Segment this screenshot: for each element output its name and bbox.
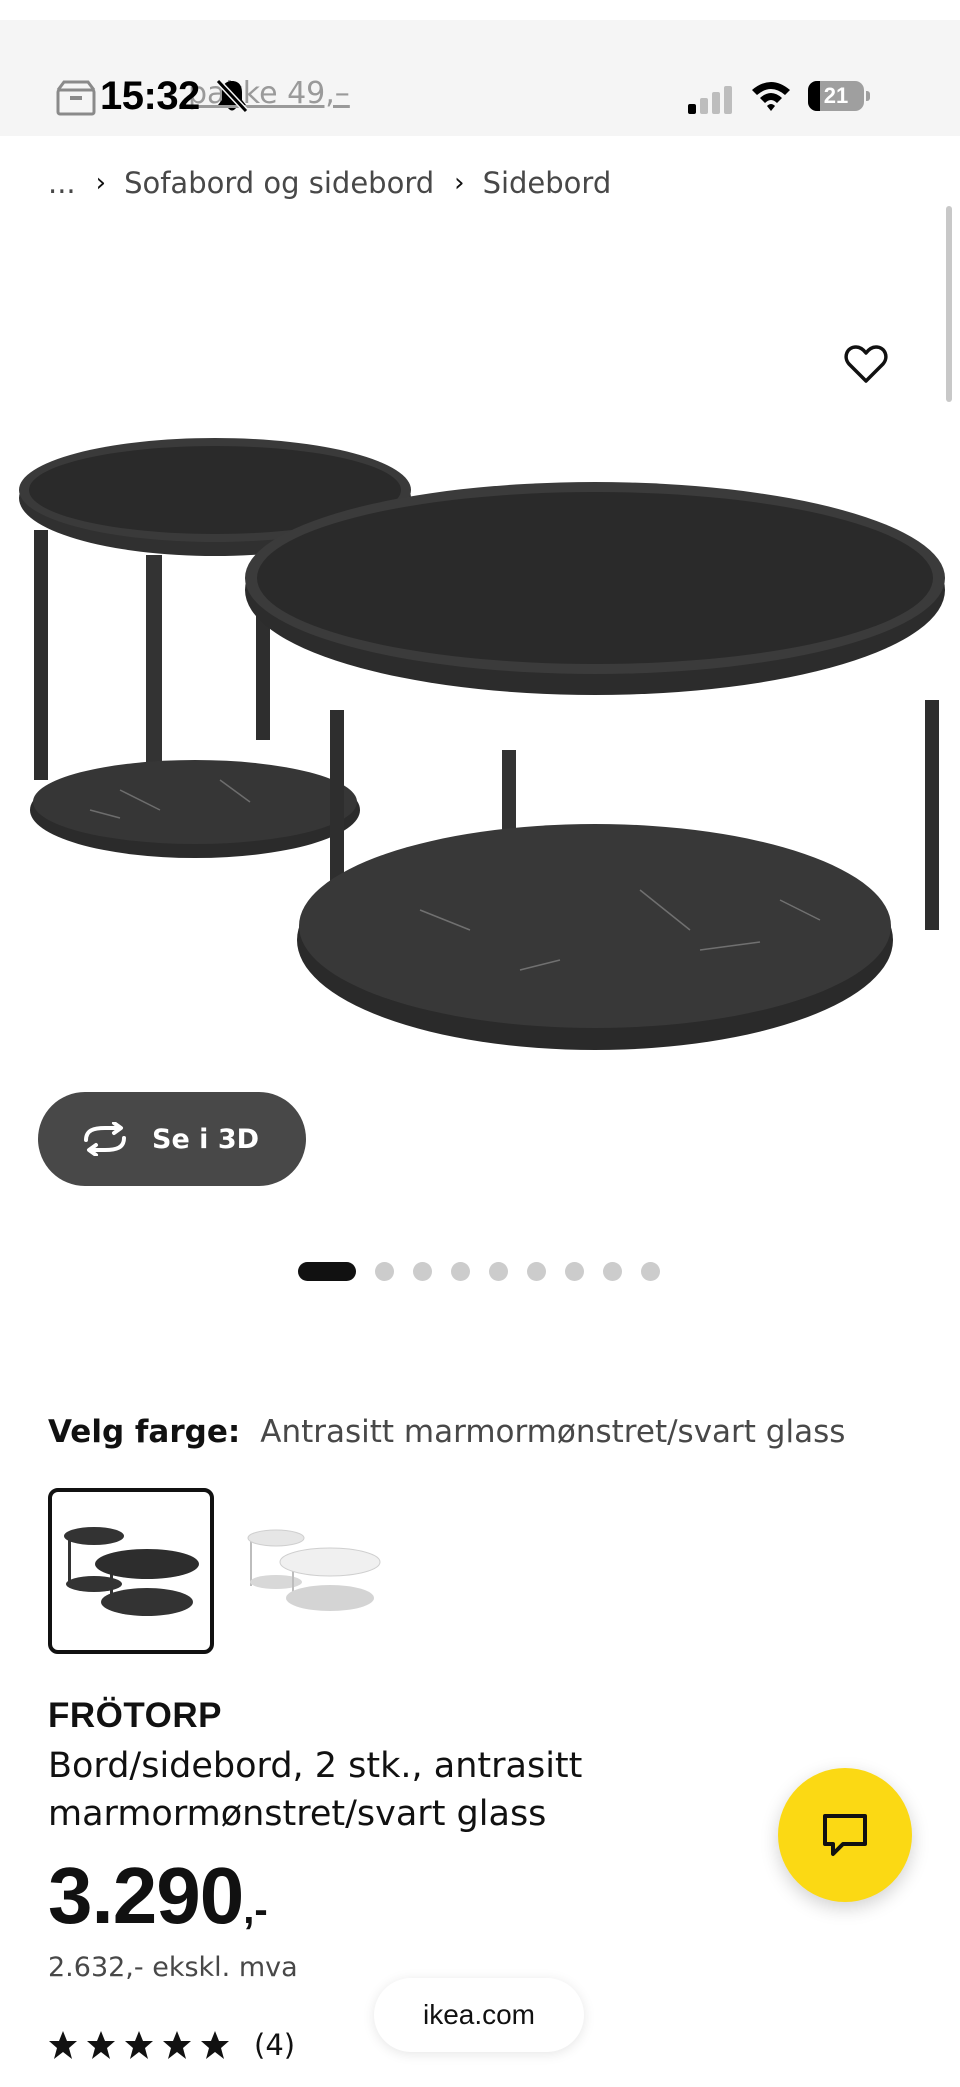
carousel-dot[interactable] <box>413 1262 432 1281</box>
chat-bubble-icon <box>823 1814 867 1856</box>
signal-icon <box>686 84 734 118</box>
price-excl-vat: 2.632,- ekskl. mva <box>48 1952 298 1983</box>
heart-icon <box>844 345 888 383</box>
carousel-dot[interactable] <box>565 1262 584 1281</box>
product-image[interactable] <box>0 430 960 1050</box>
swatch-thumbnail-white <box>247 1529 381 1611</box>
star-icon <box>201 2031 229 2059</box>
browser-url: ikea.com <box>422 1999 536 2030</box>
product-name: FRÖTORP <box>48 1696 222 1735</box>
rotate-3d-icon <box>84 1122 126 1156</box>
star-icon <box>49 2031 77 2059</box>
view-3d-button[interactable]: Se i 3D <box>38 1092 306 1186</box>
bell-muted-icon <box>215 78 249 118</box>
large-table <box>245 482 945 1050</box>
carousel-dot[interactable] <box>451 1262 470 1281</box>
carousel-dot[interactable] <box>375 1262 394 1281</box>
rating-count: (4) <box>254 2028 296 2062</box>
star-icon <box>163 2031 191 2059</box>
product-description: Bord/sidebord, 2 stk., antrasitt marmorm… <box>48 1746 583 1834</box>
battery-level: 21 <box>823 83 849 108</box>
battery-icon: 21 <box>808 81 872 111</box>
color-picker-row: Velg farge: Antrasitt marmormønstret/sva… <box>48 1414 845 1450</box>
swatch-thumbnail-dark <box>64 1527 199 1616</box>
breadcrumb-item-sidebord[interactable]: Sidebord <box>483 166 612 200</box>
price-suffix: ,- <box>243 1888 268 1932</box>
status-time: 15:32 <box>100 74 200 118</box>
carousel-indicator <box>298 1262 679 1281</box>
carousel-dot-active[interactable] <box>298 1262 356 1281</box>
status-bar: pakke 49,– 15:32 21 <box>0 20 960 136</box>
chevron-right-icon: › <box>454 168 465 198</box>
product-rating[interactable]: (4) <box>48 2028 295 2062</box>
scrollbar[interactable] <box>946 206 952 402</box>
ghost-banner-text: pakke 49,– <box>188 76 350 111</box>
view-3d-label: Se i 3D <box>152 1123 260 1155</box>
favorite-button[interactable] <box>836 334 896 394</box>
chevron-right-icon: › <box>95 168 107 198</box>
carousel-dot[interactable] <box>489 1262 508 1281</box>
color-label: Velg farge: <box>48 1414 241 1450</box>
carousel-dot[interactable] <box>603 1262 622 1281</box>
color-swatch-white[interactable] <box>240 1488 406 1654</box>
carousel-dot[interactable] <box>641 1262 660 1281</box>
star-icon <box>125 2031 153 2059</box>
color-value: Antrasitt marmormønstret/svart glass <box>260 1414 846 1450</box>
wifi-icon <box>750 78 792 116</box>
star-icon <box>87 2031 115 2059</box>
product-price: 3.290 ,- <box>48 1850 268 1942</box>
breadcrumb-item-sofabord[interactable]: Sofabord og sidebord <box>124 166 434 200</box>
price-main: 3.290 <box>48 1851 244 1940</box>
carousel-dot[interactable] <box>527 1262 546 1281</box>
browser-url-bar[interactable]: ikea.com <box>374 1978 584 2052</box>
breadcrumb-ellipsis[interactable]: ... <box>48 166 76 200</box>
breadcrumb: ... › Sofabord og sidebord › Sidebord <box>48 166 611 200</box>
chat-button[interactable] <box>778 1768 912 1902</box>
box-icon <box>56 80 96 120</box>
color-swatch-anthracite[interactable] <box>48 1488 214 1654</box>
